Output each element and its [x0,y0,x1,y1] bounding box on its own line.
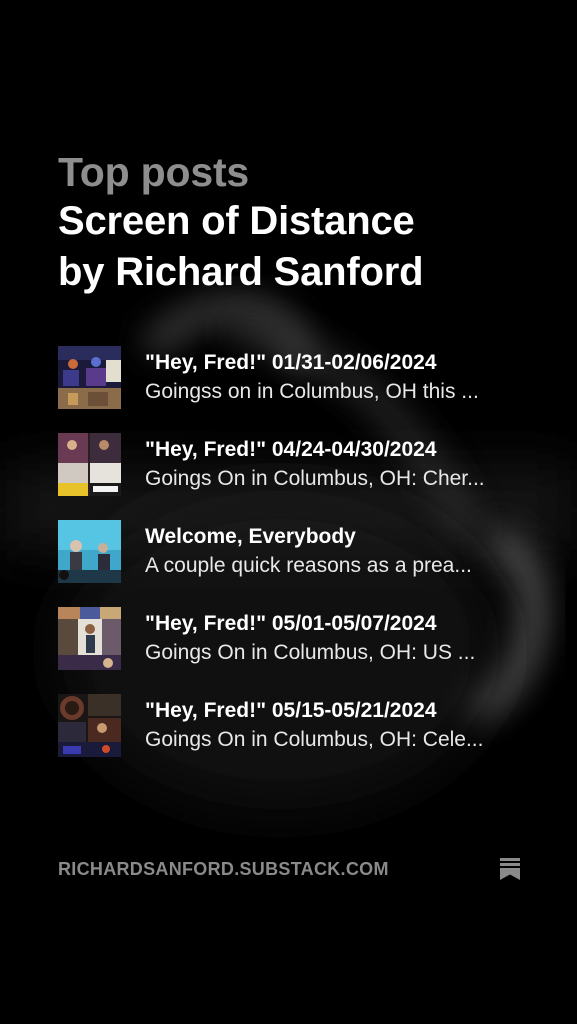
post-title: "Hey, Fred!" 04/24-04/30/2024 [145,438,437,461]
top-posts-list: "Hey, Fred!" 01/31-02/06/2024 Goingss on… [58,346,538,781]
post-subtitle: Goings On in Columbus, OH: Cher... [145,467,485,490]
event-collage-thumbnail [58,694,121,757]
publication-title-line1: Screen of Distance [58,199,415,243]
substack-bookmark-icon [500,858,520,880]
header: Top posts Screen of Distance by Richard … [58,148,528,298]
band-collage-thumbnail [58,433,121,496]
post-subtitle: A couple quick reasons as a prea... [145,554,472,577]
concert-photo-thumbnail [58,346,121,409]
musician-collage-thumbnail [58,607,121,670]
top-posts-label: Top posts [58,149,250,195]
stage-performance-thumbnail [58,520,121,583]
post-item[interactable]: "Hey, Fred!" 01/31-02/06/2024 Goingss on… [58,346,538,433]
publication-url[interactable]: RICHARDSANFORD.SUBSTACK.COM [58,857,389,881]
post-item[interactable]: Welcome, Everybody A couple quick reason… [58,520,538,607]
post-title: "Hey, Fred!" 05/15-05/21/2024 [145,699,437,722]
footer: RICHARDSANFORD.SUBSTACK.COM [58,857,520,881]
post-item[interactable]: "Hey, Fred!" 04/24-04/30/2024 Goings On … [58,433,538,520]
post-subtitle: Goings On in Columbus, OH: Cele... [145,728,484,751]
post-item[interactable]: "Hey, Fred!" 05/01-05/07/2024 Goings On … [58,607,538,694]
post-subtitle: Goings On in Columbus, OH: US ... [145,641,476,664]
post-item[interactable]: "Hey, Fred!" 05/15-05/21/2024 Goings On … [58,694,538,781]
post-subtitle: Goingss on in Columbus, OH this ... [145,380,479,403]
post-title: "Hey, Fred!" 01/31-02/06/2024 [145,351,437,374]
publication-title-line2: by Richard Sanford [58,250,424,294]
post-title: "Hey, Fred!" 05/01-05/07/2024 [145,612,437,635]
post-title: Welcome, Everybody [145,525,356,548]
